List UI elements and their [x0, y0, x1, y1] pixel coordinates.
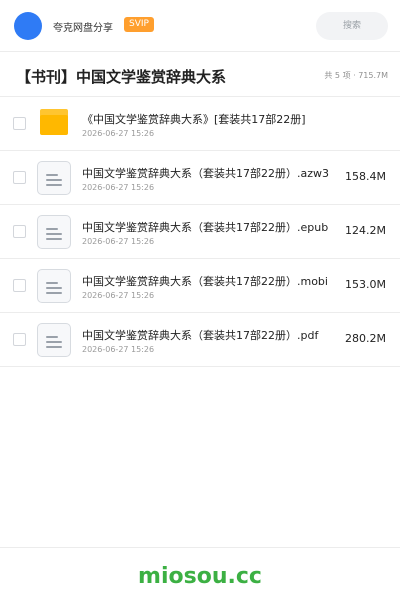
- share-title-row: 【书刊】中国文学鉴赏辞典大系 共 5 项 · 715.7M: [0, 53, 400, 97]
- file-name: 中国文学鉴赏辞典大系（套装共17部22册）.pdf: [82, 329, 319, 342]
- list-item[interactable]: 中国文学鉴赏辞典大系（套装共17部22册）.mobi 2026-06-27 15…: [0, 259, 400, 313]
- watermark: miosou.cc: [138, 564, 262, 589]
- file-size: 153.0M: [345, 278, 386, 291]
- checkbox[interactable]: [13, 171, 26, 184]
- checkbox[interactable]: [13, 333, 26, 346]
- list-item[interactable]: 《中国文学鉴赏辞典大系》[套装共17部22册] 2026-06-27 15:26: [0, 97, 400, 151]
- footer: miosou.cc: [0, 547, 400, 600]
- file-name: 中国文学鉴赏辞典大系（套装共17部22册）.epub: [82, 221, 329, 234]
- file-date: 2026-06-27 15:26: [82, 291, 155, 300]
- avatar[interactable]: [14, 12, 42, 40]
- checkbox[interactable]: [13, 117, 26, 130]
- file-name: 中国文学鉴赏辞典大系（套装共17部22册）.azw3: [82, 167, 329, 180]
- svip-badge: SVIP: [124, 17, 154, 32]
- file-name: 《中国文学鉴赏辞典大系》[套装共17部22册]: [82, 113, 306, 126]
- file-date: 2026-06-27 15:26: [82, 345, 155, 354]
- file-size: 158.4M: [345, 170, 386, 183]
- document-icon: [37, 323, 71, 357]
- share-meta: 共 5 项 · 715.7M: [324, 71, 388, 80]
- document-icon: [37, 269, 71, 303]
- list-item[interactable]: 中国文学鉴赏辞典大系（套装共17部22册）.epub 2026-06-27 15…: [0, 205, 400, 259]
- file-name: 中国文学鉴赏辞典大系（套装共17部22册）.mobi: [82, 275, 328, 288]
- app-header: 夸克网盘分享 SVIP 搜索: [0, 0, 400, 52]
- list-item[interactable]: 中国文学鉴赏辞典大系（套装共17部22册）.pdf 2026-06-27 15:…: [0, 313, 400, 367]
- page-title: 【书刊】中国文学鉴赏辞典大系: [16, 68, 227, 86]
- checkbox[interactable]: [13, 279, 26, 292]
- list-item[interactable]: 中国文学鉴赏辞典大系（套装共17部22册）.azw3 2026-06-27 15…: [0, 151, 400, 205]
- file-size: 280.2M: [345, 332, 386, 345]
- file-date: 2026-06-27 15:26: [82, 237, 155, 246]
- brand-label: 夸克网盘分享: [53, 23, 113, 34]
- folder-icon: [40, 109, 68, 135]
- file-date: 2026-06-27 15:26: [82, 129, 155, 138]
- checkbox[interactable]: [13, 225, 26, 238]
- file-date: 2026-06-27 15:26: [82, 183, 155, 192]
- file-size: 124.2M: [345, 224, 386, 237]
- search-input[interactable]: 搜索: [316, 12, 388, 40]
- document-icon: [37, 215, 71, 249]
- document-icon: [37, 161, 71, 195]
- file-list: 《中国文学鉴赏辞典大系》[套装共17部22册] 2026-06-27 15:26…: [0, 97, 400, 367]
